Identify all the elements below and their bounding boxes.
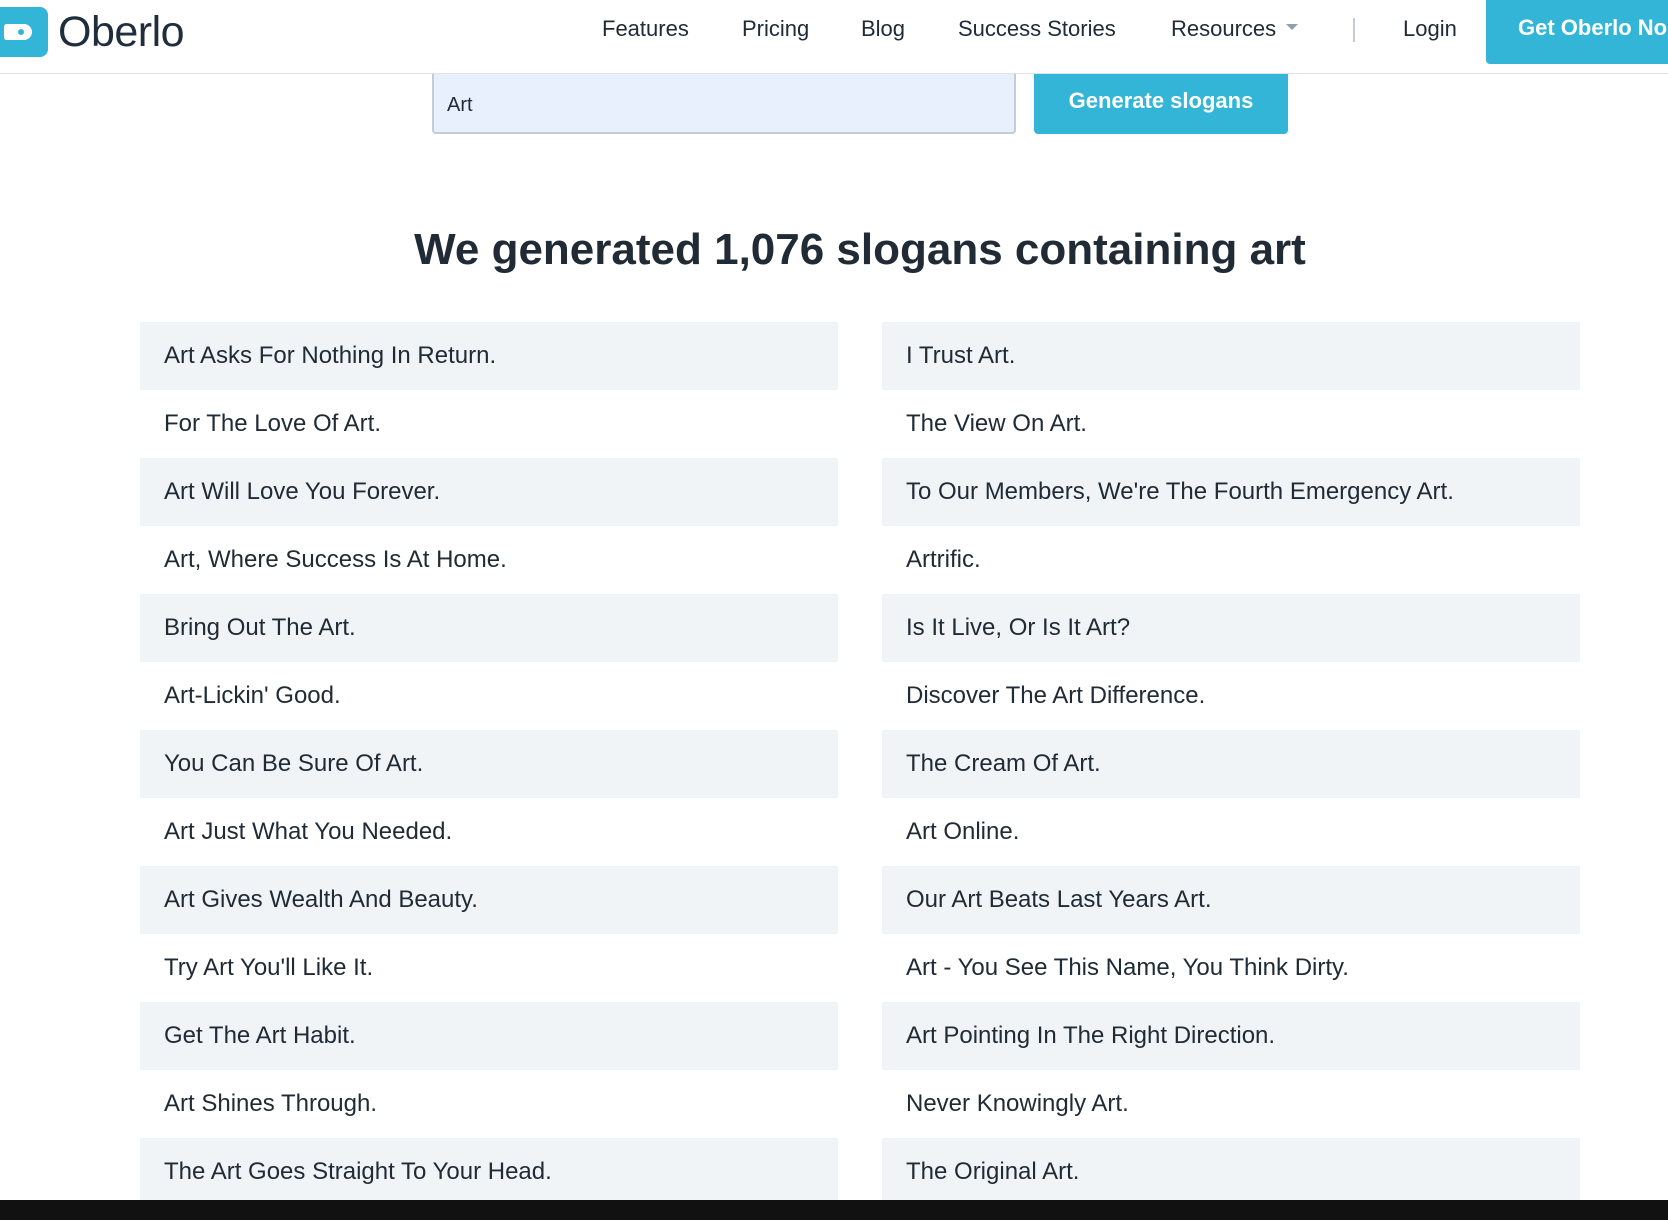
bottom-edge-bar: [0, 1200, 1668, 1220]
slogan-item[interactable]: Art - You See This Name, You Think Dirty…: [882, 934, 1580, 1002]
slogan-item[interactable]: Art Asks For Nothing In Return.: [140, 322, 838, 390]
slogan-item[interactable]: I Trust Art.: [882, 322, 1580, 390]
nav-success-stories[interactable]: Success Stories: [958, 15, 1116, 43]
slogan-item[interactable]: Is It Live, Or Is It Art?: [882, 594, 1580, 662]
slogan-item[interactable]: Art Shines Through.: [140, 1070, 838, 1138]
slogan-item[interactable]: Art Just What You Needed.: [140, 798, 838, 866]
nav-pricing[interactable]: Pricing: [742, 15, 809, 43]
slogan-list: Art Asks For Nothing In Return. I Trust A…: [140, 322, 1580, 1206]
slogan-item[interactable]: The Cream Of Art.: [882, 730, 1580, 798]
slogan-item[interactable]: Our Art Beats Last Years Art.: [882, 866, 1580, 934]
nav-resources-label: Resources: [1171, 16, 1277, 41]
slogan-item[interactable]: To Our Members, We're The Fourth Emergen…: [882, 458, 1580, 526]
slogan-item[interactable]: Art-Lickin' Good.: [140, 662, 838, 730]
slogan-item[interactable]: The View On Art.: [882, 390, 1580, 458]
slogan-item[interactable]: Art Online.: [882, 798, 1580, 866]
slogan-item[interactable]: The Art Goes Straight To Your Head.: [140, 1138, 838, 1206]
slogan-item[interactable]: Art Gives Wealth And Beauty.: [140, 866, 838, 934]
slogan-item[interactable]: Get The Art Habit.: [140, 1002, 838, 1070]
results-heading: We generated 1,076 slogans containing ar…: [414, 225, 1306, 274]
slogan-item[interactable]: Bring Out The Art.: [140, 594, 838, 662]
slogan-item[interactable]: Artrific.: [882, 526, 1580, 594]
nav-resources[interactable]: Resources: [1171, 15, 1299, 43]
slogan-item[interactable]: The Original Art.: [882, 1138, 1580, 1206]
generate-slogans-button[interactable]: Generate slogans: [1034, 74, 1288, 134]
nav-divider: [1353, 18, 1355, 42]
slogan-item[interactable]: Art Pointing In The Right Direction.: [882, 1002, 1580, 1070]
get-oberlo-button[interactable]: Get Oberlo No: [1486, 0, 1668, 64]
slogan-item[interactable]: Try Art You'll Like It.: [140, 934, 838, 1002]
slogan-item[interactable]: Art, Where Success Is At Home.: [140, 526, 838, 594]
slogan-item[interactable]: Discover The Art Difference.: [882, 662, 1580, 730]
top-navbar: Oberlo Features Pricing Blog Success Sto…: [0, 0, 1668, 74]
slogan-item[interactable]: Art Will Love You Forever.: [140, 458, 838, 526]
nav-features[interactable]: Features: [602, 15, 689, 43]
nav-login[interactable]: Login: [1403, 15, 1457, 43]
slogan-item[interactable]: You Can Be Sure Of Art.: [140, 730, 838, 798]
slogan-keyword-input[interactable]: [432, 72, 1016, 134]
nav-blog[interactable]: Blog: [861, 15, 905, 43]
main-nav: Features Pricing Blog Success Stories Re…: [0, 0, 1668, 58]
caret-down-icon: [1286, 24, 1299, 31]
slogan-item[interactable]: Never Knowingly Art.: [882, 1070, 1580, 1138]
slogan-item[interactable]: For The Love Of Art.: [140, 390, 838, 458]
